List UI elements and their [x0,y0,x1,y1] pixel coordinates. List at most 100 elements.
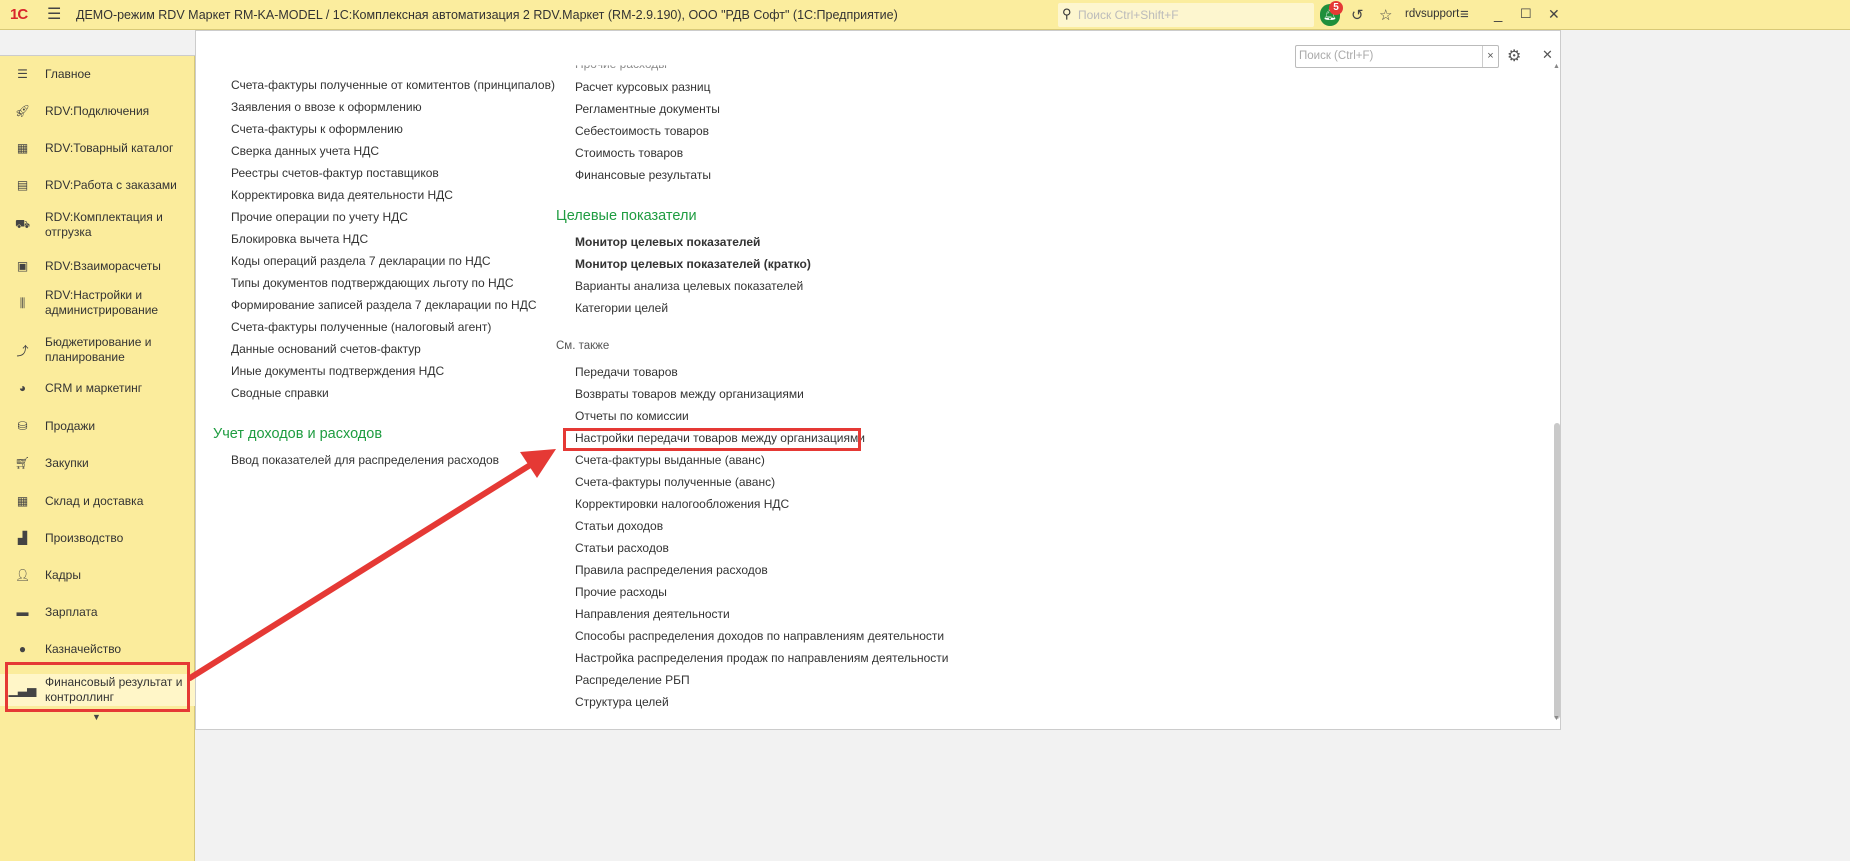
sidebar-item-shipping[interactable]: ⛟ RDV:Комплектация и отгрузка [0,209,195,241]
link-item[interactable]: Настройка распределения продаж по направ… [575,651,948,665]
favorites-star-icon[interactable]: ☆ [1379,6,1392,24]
sidebar-item-admin[interactable]: ⫼ RDV:Настройки и администрирование [0,287,195,319]
link-item[interactable]: Направления деятельности [575,607,730,621]
scroll-down-icon[interactable]: ▼ [1553,715,1560,722]
link-item[interactable]: Счета-фактуры выданные (аванс) [575,453,765,467]
coin-icon: ● [18,642,27,656]
link-item[interactable]: Заявления о ввозе к оформлению [231,100,422,114]
orders-icon: ▤ [16,178,29,192]
sidebar-item-warehouse[interactable]: ▦ Склад и доставка [0,492,195,510]
sidebar-item-purchases[interactable]: 🛒︎ Закупки [0,454,195,472]
factory-icon: ▟ [17,531,28,545]
clear-search-icon[interactable]: × [1482,46,1498,67]
maximize-icon[interactable]: ☐ [1520,6,1532,22]
sidebar-item-label: Кадры [45,567,81,582]
sidebar-item-label: RDV:Подключения [45,103,150,118]
link-item[interactable]: Регламентные документы [575,102,720,116]
link-item[interactable]: Монитор целевых показателей [575,235,760,249]
link-item[interactable]: Монитор целевых показателей (кратко) [575,257,811,271]
history-icon[interactable]: ↺ [1351,6,1364,24]
main-menu-icon[interactable]: ☰ [47,4,61,24]
sidebar-item-label: Главное [45,66,91,81]
link-item[interactable]: Категории целей [575,301,668,315]
link-item[interactable]: Финансовые результаты [575,168,711,182]
link-item[interactable]: Коды операций раздела 7 декларации по НД… [231,254,491,268]
search-placeholder: Поиск (Ctrl+F) [1299,50,1374,62]
sliders-icon: ⫼ [19,295,26,310]
sidebar-item-label: Зарплата [45,604,98,619]
pie-icon: ◕ [18,381,27,395]
sidebar-item-hr[interactable]: 👤︎ Кадры [0,566,195,584]
close-icon[interactable]: ✕ [1548,6,1560,23]
link-item[interactable]: Распределение РБП [575,673,690,687]
global-search-input[interactable]: ⚲ Поиск Ctrl+Shift+F [1058,3,1314,27]
sidebar-item-catalog[interactable]: ▦ RDV:Товарный каталог [0,139,195,157]
link-item[interactable]: Данные оснований счетов-фактур [231,342,421,356]
link-item-cut[interactable]: Прочие расходы [575,65,667,71]
link-item[interactable]: Расчет курсовых разниц [575,80,711,94]
sidebar-item-label: RDV:Товарный каталог [45,140,174,155]
scrollbar[interactable]: ▲ ▼ [1552,61,1562,729]
link-item[interactable]: Счета-фактуры полученные (аванс) [575,475,775,489]
sidebar-item-production[interactable]: ▟ Производство [0,529,195,547]
sidebar-item-label: RDV:Комплектация и отгрузка [45,210,163,239]
link-item[interactable]: Иные документы подтверждения НДС [231,364,444,378]
scrollbar-thumb[interactable] [1554,423,1560,719]
link-item[interactable]: Блокировка вычета НДС [231,232,368,246]
link-item[interactable]: Прочие расходы [575,585,667,599]
link-item[interactable]: Счета-фактуры полученные (налоговый аген… [231,320,491,334]
sidebar-item-connections[interactable]: 🚀︎ RDV:Подключения [0,102,195,120]
link-item[interactable]: Корректировки налогообложения НДС [575,497,789,511]
link-item[interactable]: Варианты анализа целевых показателей [575,279,803,293]
notifications-badge: 5 [1329,1,1343,15]
link-item[interactable]: Статьи расходов [575,541,669,555]
minimize-icon[interactable]: _ [1494,6,1502,23]
link-item[interactable]: Корректировка вида деятельности НДС [231,188,453,202]
cart-icon: ⛟ [14,217,31,231]
sidebar-item-salary[interactable]: ▬ Зарплата [0,603,195,621]
link-item[interactable]: Реестры счетов-фактур поставщиков [231,166,439,180]
sidebar-item-label: RDV:Работа с заказами [45,177,177,192]
link-item[interactable]: Стоимость товаров [575,146,683,160]
link-item[interactable]: Ввод показателей для распределения расхо… [231,453,499,467]
user-name[interactable]: rdvsupport [1405,8,1459,20]
link-item[interactable]: Счета-фактуры к оформлению [231,122,403,136]
person-icon: 👤︎ [14,568,31,582]
panel-search-input[interactable]: Поиск (Ctrl+F) × [1295,45,1499,68]
scroll-down-chevron-icon[interactable]: ▼ [92,712,101,722]
sidebar-item-sales[interactable]: ⛁ Продажи [0,417,195,435]
section-panel: Поиск (Ctrl+F) × ⚙ ✕ ▲ ▼ Счета-фактуры пол… [195,30,1561,730]
link-item[interactable]: Сверка данных учета НДС [231,144,379,158]
card-icon: ▬ [16,605,29,619]
cart-icon: 🛒︎ [14,456,31,470]
settings-menu-icon[interactable]: ≡ [1460,6,1469,23]
link-item[interactable]: Правила распределения расходов [575,563,768,577]
scroll-up-icon[interactable]: ▲ [1553,63,1560,70]
calculator-icon: ▣ [16,259,29,273]
link-item[interactable]: Возвраты товаров между организациями [575,387,804,401]
sidebar-highlight-box [5,662,190,712]
link-item[interactable]: Статьи доходов [575,519,663,533]
sidebar-item-main[interactable]: ☰ Главное [0,65,195,83]
link-item[interactable]: Сводные справки [231,386,329,400]
link-item[interactable]: Способы распределения доходов по направл… [575,629,944,643]
link-item[interactable]: Структура целей [575,695,669,709]
gear-icon[interactable]: ⚙ [1507,46,1521,66]
link-item[interactable]: Отчеты по комиссии [575,409,689,423]
left-strip [0,30,195,56]
sidebar-item-treasury[interactable]: ● Казначейство [0,640,195,658]
link-item[interactable]: Счета-фактуры полученные от комитентов (… [231,78,555,92]
sidebar-item-crm[interactable]: ◕ CRM и маркетинг [0,379,195,397]
link-item[interactable]: Прочие операции по учету НДС [231,210,408,224]
link-item[interactable]: Себестоимость товаров [575,124,709,138]
sidebar-item-orders[interactable]: ▤ RDV:Работа с заказами [0,176,195,194]
sidebar-item-settlements[interactable]: ▣ RDV:Взаиморасчеты [0,257,195,275]
link-item[interactable]: Передачи товаров [575,365,678,379]
search-placeholder: Поиск Ctrl+Shift+F [1078,8,1179,22]
sidebar-item-budgeting[interactable]: ⤴ Бюджетирование и планирование [0,334,195,366]
1c-logo: 1С [10,6,28,23]
link-item[interactable]: Формирование записей раздела 7 деклараци… [231,298,537,312]
link-item[interactable]: Типы документов подтверждающих льготу по… [231,276,514,290]
rocket-icon: 🚀︎ [14,104,31,118]
bag-icon: ⛁ [17,419,28,433]
